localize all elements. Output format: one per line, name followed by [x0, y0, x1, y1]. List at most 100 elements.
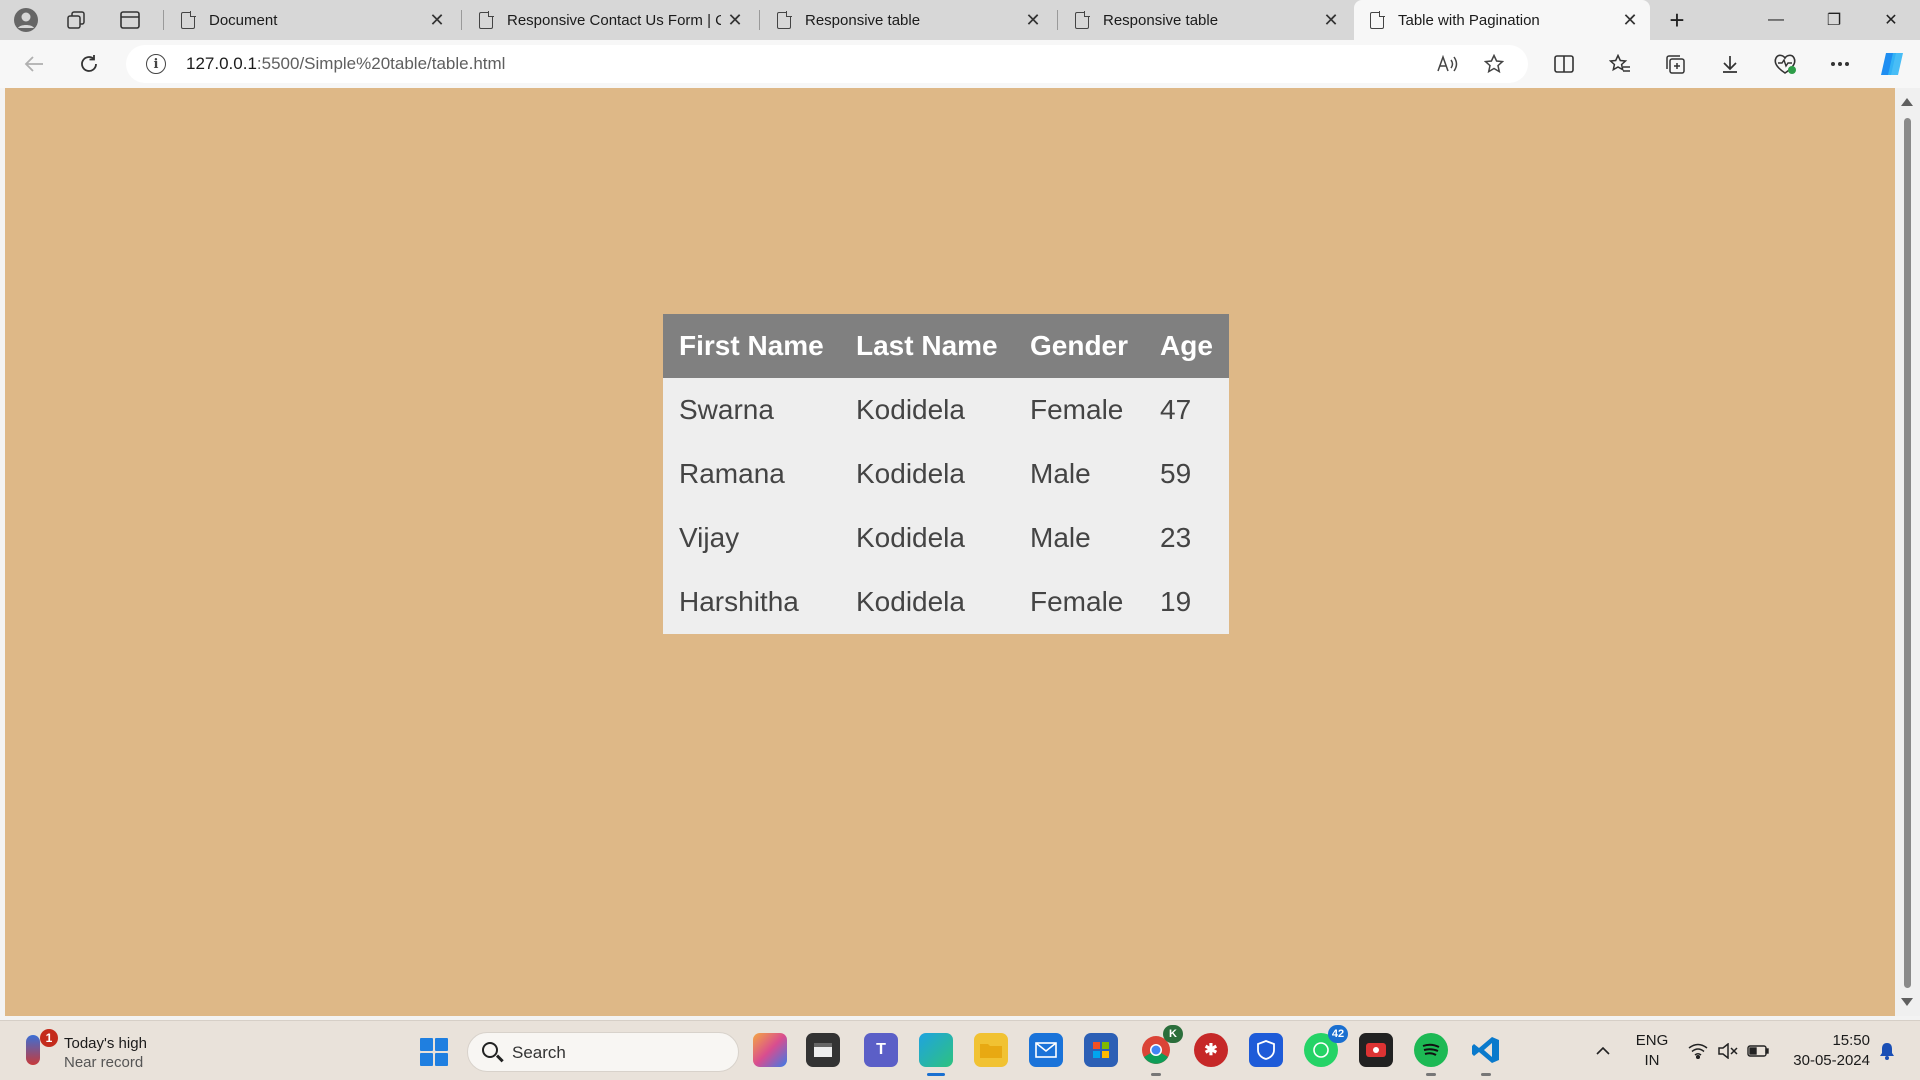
column-header-last-name: Last Name [840, 314, 1014, 378]
cell-first-name: Ramana [679, 458, 785, 489]
page-icon [777, 11, 792, 29]
url-text[interactable]: 127.0.0.1:5500/Simple%20table/table.html [186, 54, 505, 74]
table-row: Harshitha Kodidela Female 19 [663, 570, 1229, 634]
cell-age: 59 [1160, 458, 1192, 489]
tab-separator [1057, 10, 1058, 30]
new-tab-button[interactable]: + [1660, 4, 1694, 36]
cell-first-name: Swarna [679, 394, 774, 425]
cell-first-name: Vijay [679, 522, 740, 553]
cell-last-name: Kodidela [856, 522, 965, 553]
favorite-star-icon[interactable] [1478, 49, 1510, 79]
profile-icon[interactable] [10, 6, 42, 34]
page-icon [1075, 11, 1090, 29]
downloads-icon[interactable] [1712, 48, 1748, 80]
terminal-app-icon[interactable] [806, 1033, 840, 1067]
whatsapp-app-icon[interactable]: 42 [1304, 1025, 1348, 1067]
red-app-icon[interactable]: ✱ [1194, 1033, 1228, 1067]
table-row: Swarna Kodidela Female 47 [663, 378, 1229, 442]
input-language-indicator[interactable]: ENG IN [1630, 1031, 1674, 1071]
spotify-app-icon[interactable] [1414, 1033, 1448, 1076]
cell-first-name: Harshitha [679, 586, 799, 617]
cell-last-name: Kodidela [856, 458, 965, 489]
mail-app-icon[interactable] [1029, 1033, 1063, 1067]
read-aloud-icon[interactable] [1432, 49, 1464, 79]
file-explorer-app-icon[interactable] [974, 1033, 1008, 1067]
site-info-icon[interactable]: i [146, 54, 166, 74]
screen-recorder-app-icon[interactable] [1359, 1033, 1393, 1067]
tab-title: Table with Pagination [1398, 11, 1540, 29]
language-code: ENG [1635, 1032, 1669, 1049]
page-icon [1370, 11, 1385, 29]
minimize-button[interactable]: — [1747, 0, 1805, 40]
refresh-icon[interactable] [71, 48, 107, 80]
taskbar-search[interactable]: Search [467, 1032, 739, 1072]
column-header-gender: Gender [1014, 314, 1145, 378]
cell-last-name: Kodidela [856, 394, 965, 425]
tab-title: Responsive table [805, 11, 921, 29]
favorites-icon[interactable] [1602, 48, 1638, 80]
more-icon[interactable] [1822, 48, 1858, 80]
scrollbar-thumb[interactable] [1904, 118, 1911, 988]
thermometer-icon [26, 1035, 40, 1065]
tab-table-with-pagination[interactable]: Table with Pagination ✕ [1354, 0, 1650, 40]
clock-time: 15:50 [1832, 1032, 1870, 1049]
tab-responsive-table[interactable]: Responsive table ✕ [761, 0, 1053, 40]
restore-button[interactable]: ❐ [1805, 0, 1863, 40]
windows-start-icon[interactable] [420, 1038, 448, 1066]
close-icon[interactable]: ✕ [423, 10, 451, 31]
scroll-up-arrow-icon[interactable] [1901, 98, 1913, 106]
tab-contact-form[interactable]: Responsive Contact Us Form | Co ✕ [463, 0, 755, 40]
copilot-preview-app-icon[interactable] [753, 1033, 787, 1067]
url-path: :5500/Simple%20table/table.html [256, 54, 506, 73]
vpn-shield-app-icon[interactable] [1249, 1033, 1283, 1067]
close-icon[interactable]: ✕ [721, 10, 749, 31]
vscode-app-icon[interactable] [1469, 1033, 1503, 1076]
collections-icon[interactable] [1657, 48, 1693, 80]
cell-gender: Female [1030, 586, 1124, 617]
wifi-icon[interactable] [1684, 1021, 1712, 1080]
tab-title: Responsive Contact Us Form | Co [507, 11, 721, 29]
running-indicator [1481, 1073, 1491, 1076]
weather-widget[interactable]: 1 Today's high Near record [26, 1029, 186, 1073]
whatsapp-unread-badge: 42 [1328, 1025, 1348, 1043]
split-screen-icon[interactable] [1546, 48, 1582, 80]
workspaces-icon[interactable] [60, 6, 92, 34]
battery-icon[interactable] [1744, 1021, 1772, 1080]
close-icon[interactable]: ✕ [1317, 10, 1345, 31]
tab-document[interactable]: Document ✕ [165, 0, 457, 40]
cell-age: 23 [1160, 522, 1192, 553]
tab-responsive-table-2[interactable]: Responsive table ✕ [1059, 0, 1351, 40]
vertical-scrollbar[interactable] [1895, 88, 1920, 1016]
close-window-button[interactable]: ✕ [1862, 0, 1920, 40]
cell-gender: Female [1030, 394, 1124, 425]
close-icon[interactable]: ✕ [1019, 10, 1047, 31]
column-header-age: Age [1144, 314, 1229, 378]
store-app-icon[interactable] [1084, 1033, 1118, 1067]
search-icon [482, 1042, 498, 1058]
tab-actions-icon[interactable] [114, 6, 146, 34]
cell-gender: Male [1030, 522, 1091, 553]
edge-app-icon[interactable] [919, 1033, 953, 1076]
page-icon [181, 11, 196, 29]
url-host: 127.0.0.1 [186, 54, 257, 73]
chrome-profile-badge: K [1163, 1025, 1183, 1043]
weather-alert-badge: 1 [40, 1029, 58, 1047]
people-table: First Name Last Name Gender Age Swarna K… [663, 314, 1229, 634]
close-icon[interactable]: ✕ [1616, 10, 1644, 31]
address-bar[interactable]: i 127.0.0.1:5500/Simple%20table/table.ht… [126, 45, 1528, 83]
scroll-down-arrow-icon[interactable] [1901, 998, 1913, 1006]
tab-separator [461, 10, 462, 30]
notifications-bell-icon[interactable] [1874, 1021, 1900, 1080]
teams-app-icon[interactable]: T [864, 1033, 898, 1067]
browser-essentials-icon[interactable] [1767, 48, 1803, 80]
copilot-icon[interactable] [1874, 48, 1910, 80]
chrome-app-icon[interactable]: K [1139, 1025, 1183, 1076]
cell-last-name: Kodidela [856, 586, 965, 617]
running-indicator [1426, 1073, 1436, 1076]
volume-muted-icon[interactable] [1714, 1021, 1742, 1080]
running-indicator [1151, 1073, 1161, 1076]
column-header-first-name: First Name [663, 314, 840, 378]
clock[interactable]: 15:50 30-05-2024 [1782, 1031, 1870, 1071]
back-icon[interactable] [16, 48, 52, 80]
show-hidden-icons-chevron-icon[interactable] [1590, 1021, 1616, 1080]
